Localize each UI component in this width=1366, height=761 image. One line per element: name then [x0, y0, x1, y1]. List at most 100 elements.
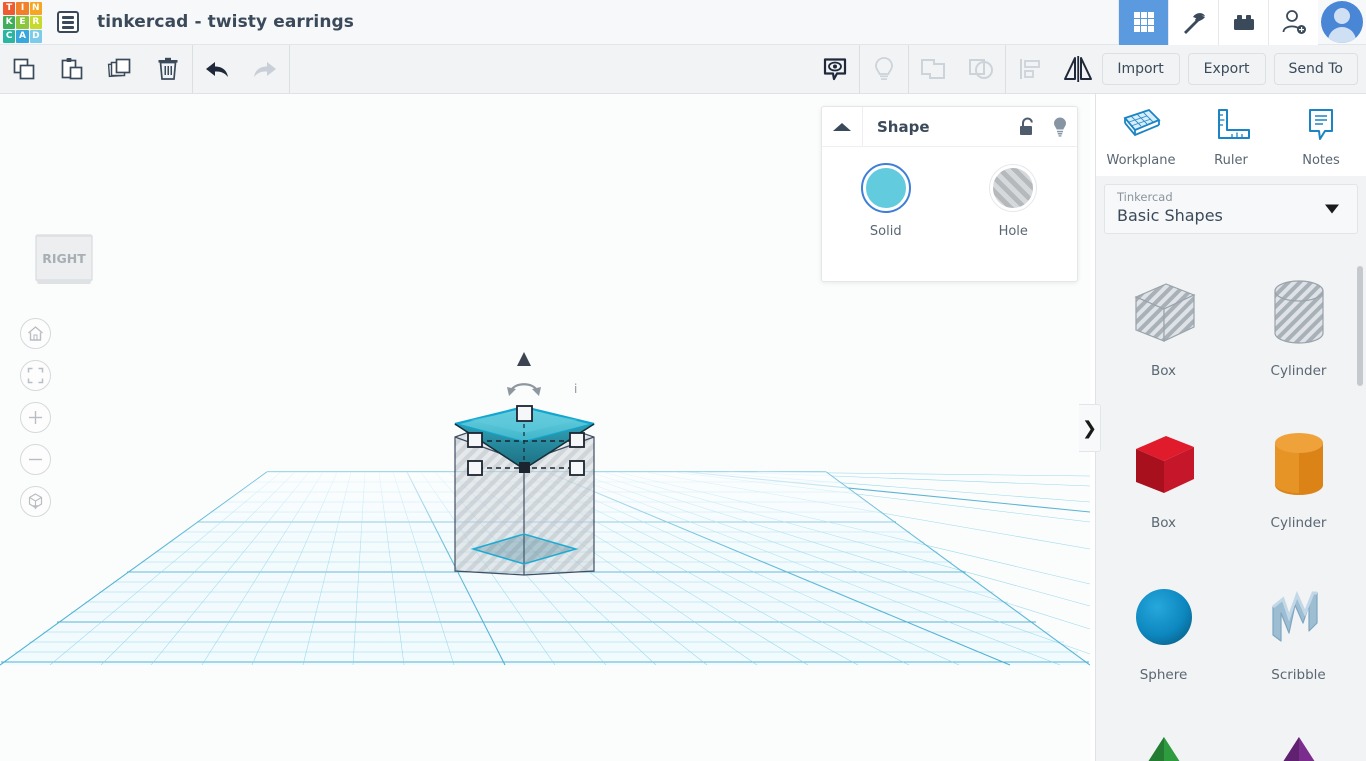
unlock-icon: [1018, 117, 1035, 137]
codeblocks-button[interactable]: [1168, 0, 1218, 45]
import-button[interactable]: Import: [1102, 53, 1180, 85]
hole-label: Hole: [999, 224, 1028, 239]
solid-swatch[interactable]: [863, 165, 909, 211]
rotate-handle[interactable]: [507, 352, 541, 396]
ruler-tool[interactable]: Ruler: [1186, 106, 1276, 168]
shape-label: Cylinder: [1271, 363, 1327, 379]
pyramid-green-thumb: [1124, 731, 1204, 761]
redo-icon: [251, 58, 279, 80]
sidebar-scrollbar[interactable]: [1357, 266, 1363, 386]
dimension-hint: i: [574, 382, 577, 396]
workplane-icon: [1119, 106, 1163, 146]
notes-tool[interactable]: Notes: [1276, 106, 1366, 168]
shape-item-box-hole[interactable]: Box: [1096, 257, 1231, 409]
delete-button[interactable]: [144, 45, 192, 93]
avatar: [1321, 1, 1363, 43]
zoom-in-icon: [27, 409, 44, 426]
history-tools: [193, 45, 289, 93]
paste-icon: [59, 56, 85, 82]
logo-tile-n: N: [30, 2, 42, 15]
view-tools: [811, 45, 1102, 93]
pickaxe-icon: [1180, 8, 1208, 36]
blocks-button[interactable]: [1218, 0, 1268, 45]
shape-panel-collapse-button[interactable]: [822, 107, 863, 146]
align-icon: [1016, 56, 1044, 82]
shape-properties-panel: Shape Solid: [821, 106, 1078, 282]
notes-icon: [1299, 106, 1343, 146]
workplane-tool[interactable]: Workplane: [1096, 106, 1186, 168]
user-avatar-button[interactable]: [1318, 0, 1366, 45]
undo-button[interactable]: [193, 45, 241, 93]
solid-label: Solid: [870, 224, 902, 239]
zoom-out-icon: [27, 451, 44, 468]
shape-item-cylinder-orange[interactable]: Cylinder: [1231, 409, 1366, 561]
hole-swatch[interactable]: [990, 165, 1036, 211]
add-person-button[interactable]: [1268, 0, 1318, 45]
shape-label: Box: [1151, 515, 1176, 531]
notes-label: Notes: [1302, 153, 1340, 168]
zoom-out-button[interactable]: [20, 444, 51, 475]
paste-button[interactable]: [48, 45, 96, 93]
hole-option[interactable]: Hole: [950, 165, 1078, 239]
shape-item-cylinder-hole[interactable]: Cylinder: [1231, 257, 1366, 409]
logo-tile-t: T: [3, 2, 15, 15]
delete-icon: [155, 56, 181, 82]
home-view-button[interactable]: [20, 318, 51, 349]
box-hole-thumb: [1124, 275, 1204, 353]
shape-item-box-red[interactable]: Box: [1096, 409, 1231, 561]
workplane-label: Workplane: [1107, 153, 1176, 168]
shape-row: Box Cylinder: [1096, 409, 1366, 561]
cylinder-solid-thumb: [1259, 427, 1339, 505]
mirror-button[interactable]: [1054, 45, 1102, 93]
shape-item-partial-green[interactable]: [1096, 713, 1231, 761]
apps-grid-button[interactable]: [1118, 0, 1168, 45]
shape-label: Sphere: [1140, 667, 1188, 683]
library-name: Basic Shapes: [1117, 206, 1345, 225]
scribble-solid-thumb: [1259, 579, 1339, 657]
zoom-in-button[interactable]: [20, 402, 51, 433]
ungroup-button[interactable]: [957, 45, 1005, 93]
shape-row: [1096, 713, 1366, 761]
redo-button[interactable]: [241, 45, 289, 93]
view-cube[interactable]: RIGHT: [32, 226, 96, 288]
mirror-icon: [1061, 54, 1095, 84]
ruler-label: Ruler: [1214, 153, 1248, 168]
top-bar: TINKERCAD tinkercad - twisty earrings: [0, 0, 1366, 45]
shape-lock-button[interactable]: [1009, 107, 1043, 146]
shape-panel-header: Shape: [822, 107, 1077, 147]
shape-label: Box: [1151, 363, 1176, 379]
export-button[interactable]: Export: [1188, 53, 1266, 85]
brick-icon: [1230, 8, 1258, 36]
shape-library-grid[interactable]: Box Cylinder: [1096, 257, 1366, 761]
shape-row: Box Cylinder: [1096, 257, 1366, 409]
lightbulb-button[interactable]: [860, 45, 908, 93]
sphere-solid-thumb: [1124, 579, 1204, 657]
shape-item-scribble[interactable]: Scribble: [1231, 561, 1366, 713]
solid-option[interactable]: Solid: [822, 165, 950, 239]
lightbulb-icon: [1051, 116, 1069, 138]
show-hide-button[interactable]: [811, 45, 859, 93]
copy-button[interactable]: [0, 45, 48, 93]
tinkercad-logo[interactable]: TINKERCAD: [0, 0, 45, 45]
shape-item-sphere[interactable]: Sphere: [1096, 561, 1231, 713]
ortho-perspective-button[interactable]: [20, 486, 51, 517]
clipboard-tools: [0, 45, 192, 93]
shape-library-dropdown[interactable]: Tinkercad Basic Shapes: [1104, 184, 1358, 234]
logo-tile-d: D: [30, 30, 42, 43]
panel-toggle-button[interactable]: ❯: [1079, 404, 1101, 452]
logo-tile-i: I: [16, 2, 28, 15]
show-hide-icon: [821, 55, 849, 83]
shape-item-partial-purple[interactable]: [1231, 713, 1366, 761]
copy-icon: [11, 56, 37, 82]
shape-label: Cylinder: [1271, 515, 1327, 531]
align-button[interactable]: [1006, 45, 1054, 93]
fit-to-view-button[interactable]: [20, 360, 51, 391]
shape-lightbulb-button[interactable]: [1043, 107, 1077, 146]
cylinder-hole-thumb: [1259, 275, 1339, 353]
document-menu-button[interactable]: [45, 0, 91, 45]
lightbulb-icon: [871, 55, 897, 83]
shape-panel-body: Solid Hole: [822, 147, 1077, 239]
send-to-button[interactable]: Send To: [1274, 53, 1358, 85]
group-button[interactable]: [909, 45, 957, 93]
duplicate-button[interactable]: [96, 45, 144, 93]
